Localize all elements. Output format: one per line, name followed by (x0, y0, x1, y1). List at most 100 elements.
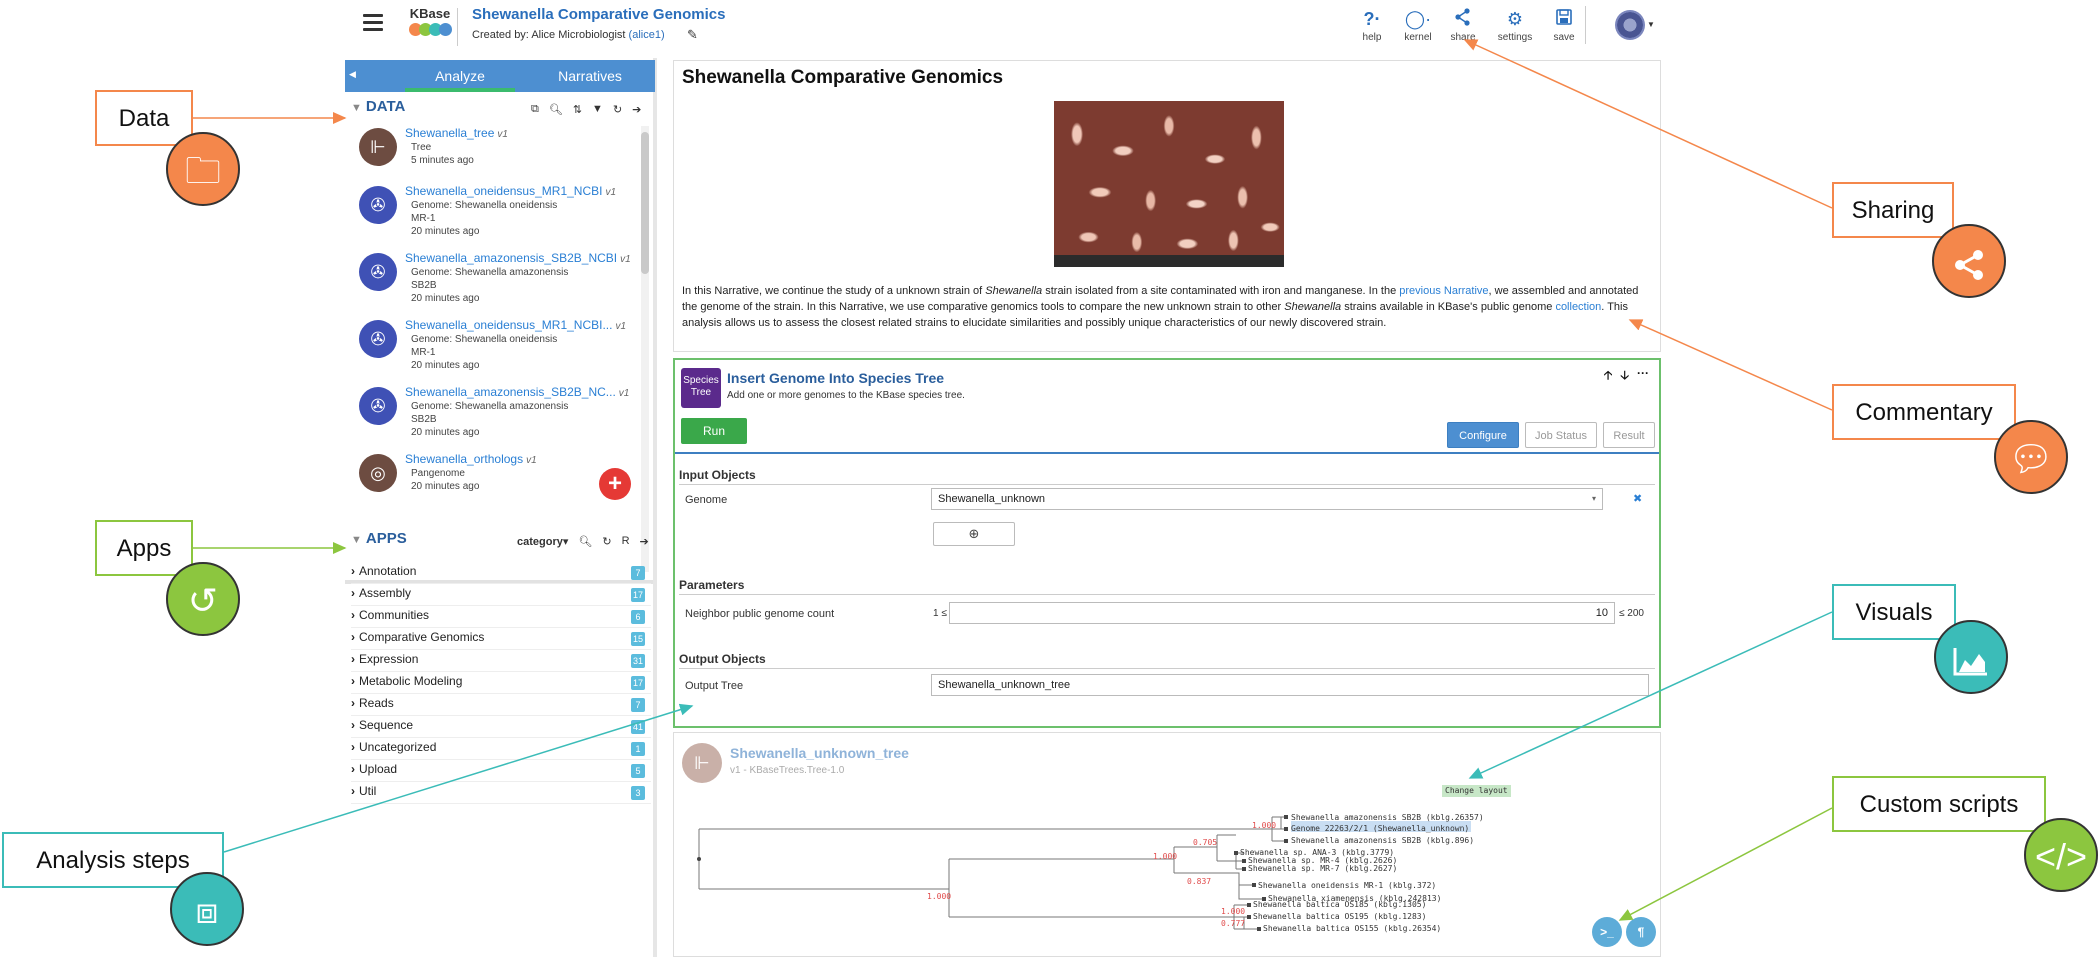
neighbor-max-label: ≤ 200 (1619, 608, 1644, 619)
app-category-expression[interactable]: › Expression 31 (351, 652, 651, 672)
sharing-callout: Sharing (1832, 182, 1954, 238)
top-bar: KBase Shewanella Comparative Genomics Cr… (345, 0, 1675, 55)
count-badge: 7 (631, 566, 645, 580)
markdown-cell[interactable]: Shewanella Comparative Genomics In this … (673, 60, 1661, 352)
help-button[interactable]: ?· help (1349, 8, 1395, 43)
count-badge: 41 (630, 720, 645, 734)
more-options-icon[interactable]: ··· (1637, 366, 1649, 387)
add-data-button[interactable]: + (599, 468, 631, 500)
data-item-type: Genome: Shewanella oneidensis MR-1 20 minu… (411, 200, 558, 237)
share-button[interactable]: share (1440, 8, 1486, 43)
app-category-util[interactable]: › Util 3 (351, 784, 651, 804)
data-item-type: Genome: Shewanella amazonensis SB2B 20 min… (411, 267, 569, 304)
app-category-assembly[interactable]: › Assembly 17 (351, 586, 651, 606)
arrow-right-icon[interactable]: ➔ (640, 535, 649, 548)
data-item-name[interactable]: Shewanella_oneidensus_MR1_NCBI... v1 (405, 318, 626, 332)
markdown-cell-button[interactable]: ¶ (1626, 917, 1656, 947)
user-avatar[interactable] (1615, 10, 1645, 40)
tree-leaf-label: Shewanella amazonensis SB2B (kblg.896) (1291, 836, 1474, 845)
creator-user-link[interactable]: (alice1) (629, 29, 665, 41)
folder-icon: 🗀 (166, 132, 240, 206)
support-value: 1.000 (1153, 852, 1177, 861)
refresh-icon[interactable]: ↻ (602, 535, 611, 548)
apps-section-header[interactable]: ▼ APPS (351, 530, 407, 552)
move-down-icon[interactable]: 🡣 (1620, 366, 1629, 387)
app-subtitle: Add one or more genomes to the KBase spe… (727, 390, 965, 401)
search-icon[interactable]: 🔍︎ (578, 535, 592, 548)
kernel-button[interactable]: ◯· kernel (1395, 8, 1441, 43)
tree-leaf-label: Shewanella amazonensis SB2B (kblg.26357) (1291, 813, 1484, 822)
search-icon[interactable]: 🔍︎ (549, 103, 563, 116)
data-item-name[interactable]: Shewanella_tree v1 (405, 126, 508, 140)
tab-result[interactable]: Result (1603, 422, 1655, 448)
tree-leaf-label: Genome 22263/2/1 (Shewanella_unknown) (1291, 824, 1469, 833)
genome-select[interactable]: Shewanella_unknown ▾ (931, 488, 1603, 510)
commentary-callout: Commentary (1832, 384, 2016, 440)
caret-down-icon[interactable]: ▼ (1647, 20, 1655, 29)
dna-icon: ✇ (359, 186, 397, 224)
app-category-comparative-genomics[interactable]: › Comparative Genomics 15 (351, 630, 651, 650)
apps-toolbar: category▾ 🔍︎ ↻ R ➔ (517, 532, 649, 550)
output-cell[interactable]: ⊩ Shewanella_unknown_tree v1 - KBaseTree… (673, 732, 1661, 957)
app-category-upload[interactable]: › Upload 5 (351, 762, 651, 782)
species-tree-app-icon: Species Tree (681, 368, 721, 408)
logo-dots (407, 23, 453, 36)
move-up-icon[interactable]: 🡡 (1604, 366, 1613, 387)
app-cell[interactable]: Species Tree Insert Genome Into Species … (673, 358, 1661, 728)
filter-icon[interactable]: ▼ (592, 103, 603, 115)
sort-icon[interactable]: ⇅ (573, 103, 582, 116)
tree-leaf-label: Shewanella baltica OS155 (kblg.26354) (1263, 924, 1441, 933)
previous-narrative-link[interactable]: previous Narrative (1399, 285, 1488, 297)
neighbor-count-input[interactable]: 10 (949, 602, 1615, 624)
remove-icon[interactable]: ✖ (1633, 492, 1642, 505)
copy-icon[interactable]: ⧉ (531, 103, 539, 116)
tab-configure[interactable]: Configure (1447, 422, 1519, 448)
tab-job-status[interactable]: Job Status (1525, 422, 1597, 448)
divider (457, 8, 458, 46)
collection-link[interactable]: collection (1555, 301, 1601, 313)
support-value: 1.000 (1221, 907, 1245, 916)
app-category-uncategorized[interactable]: › Uncategorized 1 (351, 740, 651, 760)
collapse-caret-icon[interactable]: ◀ (349, 69, 356, 80)
run-button[interactable]: Run (681, 418, 747, 444)
app-title[interactable]: Insert Genome Into Species Tree (727, 370, 944, 386)
tab-analyze[interactable]: Analyze (405, 60, 515, 92)
app-category-annotation[interactable]: › Annotation 7 (351, 564, 651, 584)
created-by-label: Created by: (472, 29, 529, 41)
apps-header-label: APPS (365, 530, 407, 547)
neighbor-min-label: 1 ≤ (933, 608, 947, 619)
data-section-header[interactable]: ▼ DATA (351, 98, 405, 120)
chevron-right-icon: › (351, 652, 355, 666)
data-item-name[interactable]: Shewanella_amazonensis_SB2B_NC... v1 (405, 385, 629, 399)
arrow-right-icon[interactable]: ➔ (632, 103, 641, 116)
app-category-reads[interactable]: › Reads 7 (351, 696, 651, 716)
add-genome-button[interactable]: ⊕ (933, 522, 1015, 546)
app-category-communities[interactable]: › Communities 6 (351, 608, 651, 628)
scroll-thumb[interactable] (641, 132, 649, 274)
app-category-sequence[interactable]: › Sequence 41 (351, 718, 651, 738)
data-scrollbar[interactable] (641, 126, 649, 572)
app-category-metabolic-modeling[interactable]: › Metabolic Modeling 17 (351, 674, 651, 694)
refresh-icon[interactable]: ↻ (613, 103, 622, 116)
count-badge: 3 (631, 786, 645, 800)
chevron-right-icon: › (351, 586, 355, 600)
markdown-title: Shewanella Comparative Genomics (682, 67, 1004, 88)
tree-leaf-label: Shewanella sp. MR-7 (kblg.2627) (1248, 864, 1397, 873)
output-tree-input[interactable]: Shewanella_unknown_tree (931, 674, 1649, 696)
code-cell-button[interactable]: >_ (1592, 917, 1622, 947)
settings-button[interactable]: ⚙ settings (1492, 8, 1538, 43)
tab-narratives[interactable]: Narratives (535, 60, 645, 92)
kbase-logo[interactable]: KBase (407, 6, 453, 46)
kernel-label: kernel (1404, 32, 1432, 43)
pencil-icon[interactable]: ✎ (687, 27, 698, 43)
narrative-title[interactable]: Shewanella Comparative Genomics (472, 6, 725, 23)
filter-r-button[interactable]: R (622, 535, 630, 547)
logo-wordmark: KBase (409, 6, 451, 21)
support-value: 0.837 (1187, 877, 1211, 886)
category-dropdown[interactable]: category▾ (517, 535, 568, 548)
hamburger-menu-icon[interactable] (363, 14, 383, 32)
save-button[interactable]: save (1541, 8, 1587, 43)
data-item-name[interactable]: Shewanella_orthologs v1 (405, 452, 537, 466)
data-item-name[interactable]: Shewanella_amazonensis_SB2B_NCBI v1 (405, 251, 631, 265)
data-item-name[interactable]: Shewanella_oneidensus_MR1_NCBI v1 (405, 184, 616, 198)
